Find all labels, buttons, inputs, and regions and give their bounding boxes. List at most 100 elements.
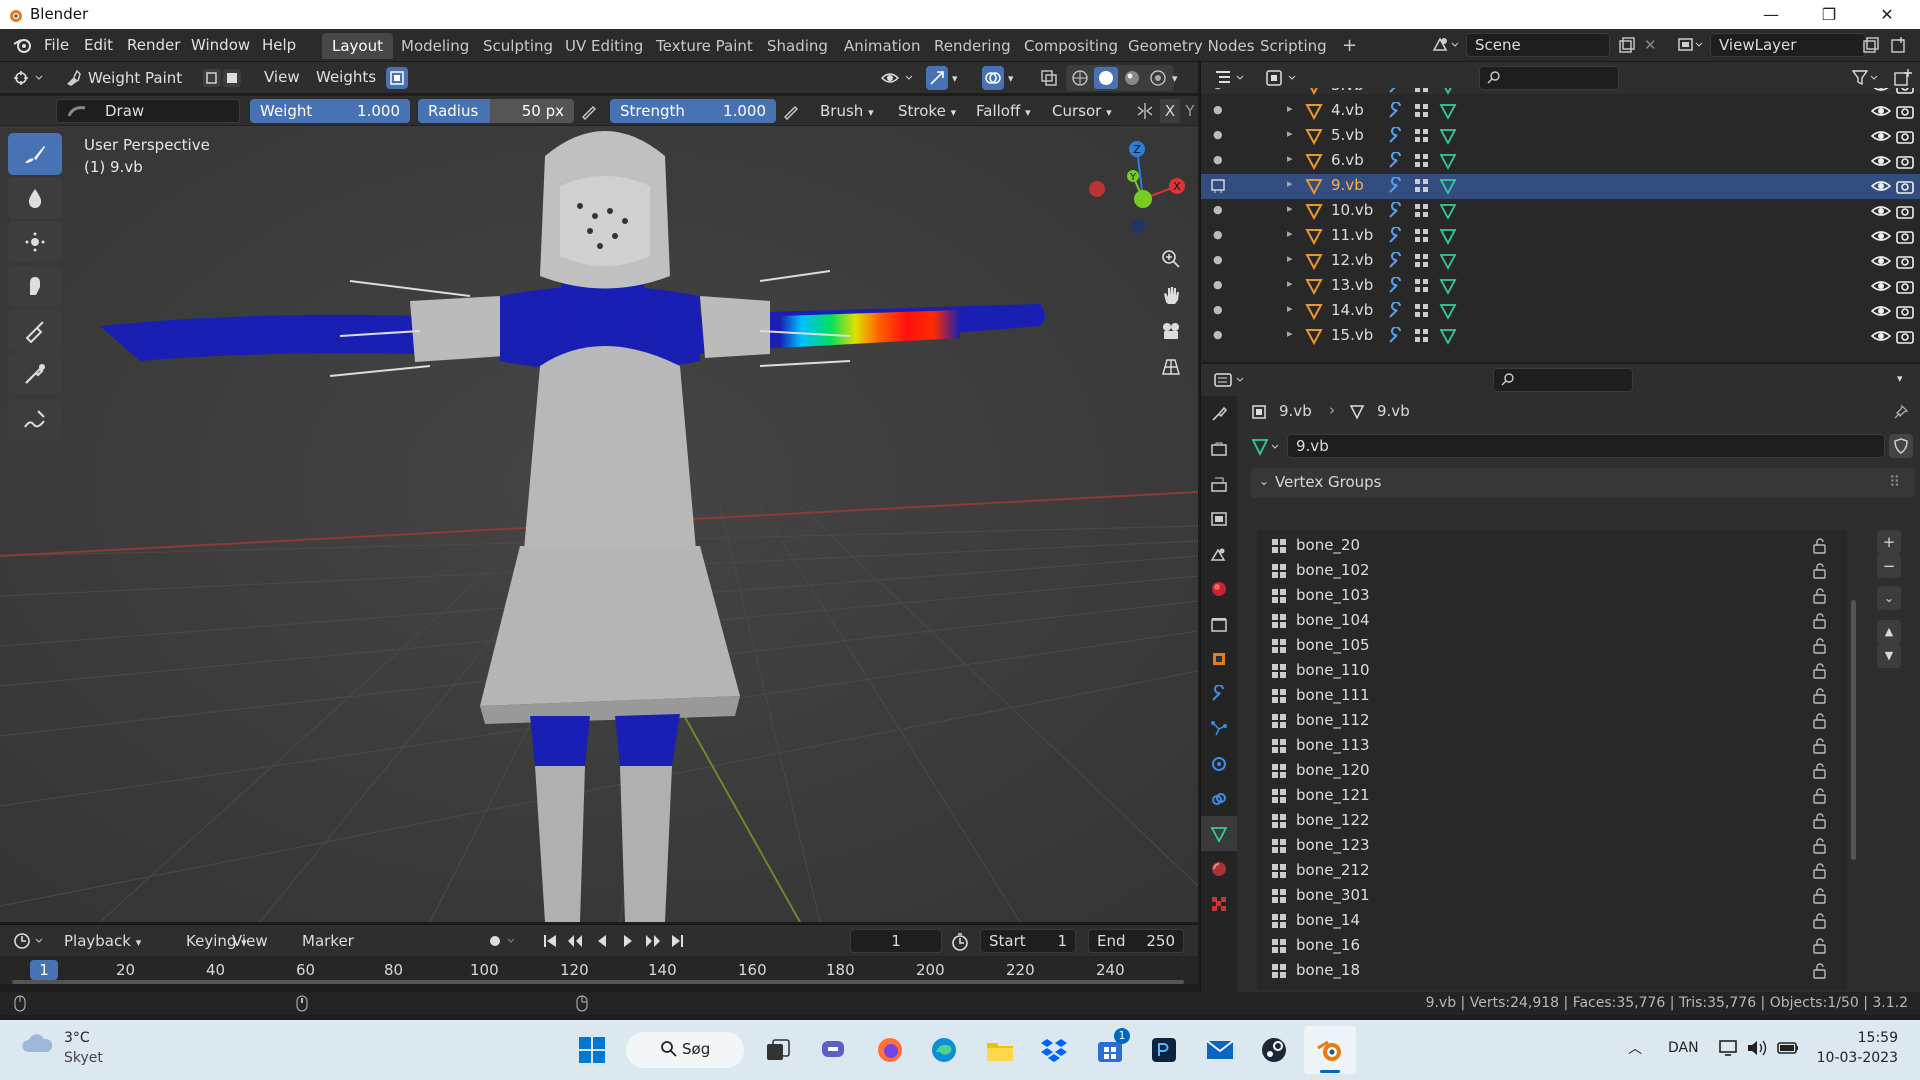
render-camera-icon[interactable] (1895, 102, 1915, 120)
mask-toggle-icon[interactable] (202, 68, 242, 88)
outliner-row[interactable]: ● ▸ 3.vb (1201, 88, 1920, 99)
vertex-group-item[interactable]: bone_104 (1266, 609, 1831, 634)
outliner-row[interactable]: ● ▸ 14.vb (1201, 299, 1920, 324)
vertex-groups-icon[interactable] (1413, 227, 1431, 245)
outliner-row[interactable]: ● ▸ 12.vb (1201, 249, 1920, 274)
vertex-group-item[interactable]: bone_16 (1266, 934, 1831, 959)
visibility-dot-icon[interactable]: ● (1213, 103, 1223, 116)
vertex-groups-icon[interactable] (1413, 88, 1431, 95)
lock-icon[interactable] (1811, 787, 1829, 805)
new-scene-icon[interactable] (1618, 37, 1636, 55)
mesh-data-icon[interactable] (1439, 327, 1457, 345)
vertex-group-item[interactable]: bone_123 (1266, 834, 1831, 859)
tab-sculpting[interactable]: Sculpting (473, 33, 563, 59)
clock-date[interactable]: 10-03-2023 (1808, 1050, 1898, 1066)
lock-icon[interactable] (1811, 937, 1829, 955)
visibility-dot-icon[interactable]: ● (1213, 88, 1223, 91)
filter-icon[interactable] (1851, 68, 1881, 88)
eye-icon[interactable] (1871, 252, 1891, 270)
lock-icon[interactable] (1811, 812, 1829, 830)
visibility-dot-icon[interactable]: ● (1213, 153, 1223, 166)
gizmo-toggle-icon[interactable] (926, 66, 948, 90)
lock-icon[interactable] (1811, 537, 1829, 555)
eye-icon[interactable] (1871, 152, 1891, 170)
move-up-button[interactable]: ▲ (1877, 620, 1901, 644)
visibility-dot-icon[interactable]: ● (1213, 278, 1223, 291)
render-tab-icon[interactable] (1201, 431, 1237, 466)
mesh-data-icon[interactable] (1439, 102, 1457, 120)
vertex-group-specials-button[interactable]: ⌄ (1877, 586, 1901, 610)
blender-taskbar-active[interactable] (1304, 1026, 1356, 1074)
input-language[interactable]: DAN (1668, 1040, 1699, 1056)
close-button[interactable]: ✕ (1858, 0, 1916, 29)
timeline-ruler[interactable]: 1 20 40 60 80 100 120 140 160 180 200 22… (0, 956, 1198, 984)
vertex-groups-icon[interactable] (1413, 277, 1431, 295)
outliner-editor-icon[interactable] (1213, 68, 1249, 88)
zoom-icon[interactable] (1158, 246, 1184, 272)
visibility-dot-icon[interactable]: ● (1213, 128, 1223, 141)
tab-rendering[interactable]: Rendering (924, 33, 1021, 59)
mesh-data-icon[interactable] (1439, 302, 1457, 320)
outliner-row[interactable]: ● ▸ 10.vb (1201, 199, 1920, 224)
expand-arrow-icon[interactable]: ▸ (1287, 302, 1293, 315)
lock-icon[interactable] (1811, 737, 1829, 755)
vertex-groups-icon[interactable] (1413, 177, 1431, 195)
eye-icon[interactable] (1871, 177, 1891, 195)
render-camera-icon[interactable] (1895, 302, 1915, 320)
smear-tool-icon[interactable] (8, 265, 62, 307)
blur-tool-icon[interactable] (8, 177, 62, 219)
mode-dropdown[interactable]: Weight Paint ▾ (60, 66, 192, 110)
view-layer-tab-icon[interactable] (1201, 501, 1237, 536)
playback-menu[interactable]: Playback ▾ (60, 929, 145, 953)
expand-arrow-icon[interactable]: ▸ (1287, 277, 1293, 290)
expand-arrow-icon[interactable]: ▸ (1287, 127, 1293, 140)
vertex-group-item[interactable]: bone_120 (1266, 759, 1831, 784)
render-camera-icon[interactable] (1895, 277, 1915, 295)
add-vertex-group-button[interactable]: + (1877, 530, 1901, 554)
menu-edit[interactable]: Edit (76, 33, 121, 58)
tab-shading[interactable]: Shading (757, 33, 838, 59)
menu-window[interactable]: Window (183, 33, 258, 58)
vertex-group-item[interactable]: bone_20 (1266, 534, 1831, 559)
render-camera-icon[interactable] (1895, 327, 1915, 345)
vertex-group-item[interactable]: bone_121 (1266, 784, 1831, 809)
delete-view-layer-icon[interactable] (1890, 36, 1908, 54)
vertex-group-item[interactable]: bone_18 (1266, 959, 1831, 984)
mesh-datablock-icon[interactable] (1251, 438, 1283, 456)
armature-active-icon[interactable] (1209, 177, 1229, 195)
visibility-dot-icon[interactable]: ● (1213, 203, 1223, 216)
modifier-wrench-icon[interactable] (1387, 227, 1405, 245)
file-explorer-icon[interactable] (980, 1030, 1020, 1070)
vertex-groups-panel-header[interactable]: ⌄ Vertex Groups ⠿ (1251, 468, 1915, 498)
modifier-wrench-icon[interactable] (1387, 88, 1405, 95)
tray-overflow-icon[interactable]: ︿ (1628, 1038, 1642, 1058)
minimize-button[interactable]: — (1742, 0, 1800, 29)
expand-arrow-icon[interactable]: ▸ (1287, 88, 1293, 90)
visibility-dot-icon[interactable]: ● (1213, 328, 1223, 341)
vertex-group-item[interactable]: bone_301 (1266, 884, 1831, 909)
new-view-layer-icon[interactable] (1862, 37, 1880, 55)
delete-scene-icon[interactable]: ✕ (1644, 36, 1657, 54)
strength-pressure-icon[interactable] (782, 102, 800, 120)
vertex-group-item[interactable]: bone_110 (1266, 659, 1831, 684)
vertex-group-item[interactable]: bone_102 (1266, 559, 1831, 584)
expand-arrow-icon[interactable]: ▸ (1287, 102, 1293, 115)
fake-user-shield-icon[interactable] (1889, 434, 1913, 458)
lock-icon[interactable] (1811, 837, 1829, 855)
playback-controls[interactable] (542, 932, 690, 950)
expand-arrow-icon[interactable]: ▸ (1287, 327, 1293, 340)
stroke-dropdown[interactable]: Stroke ▾ (894, 99, 960, 123)
lock-icon[interactable] (1811, 687, 1829, 705)
eye-icon[interactable] (1871, 102, 1891, 120)
vertex-group-item[interactable]: bone_103 (1266, 584, 1831, 609)
start-windows-icon[interactable] (572, 1030, 612, 1070)
outliner-row[interactable]: ● ▸ 11.vb (1201, 224, 1920, 249)
timeline-view-menu[interactable]: View (228, 929, 272, 953)
pin-icon[interactable] (1893, 404, 1909, 420)
firefox-icon[interactable] (870, 1030, 910, 1070)
vertex-group-item[interactable]: bone_212 (1266, 859, 1831, 884)
modifier-wrench-icon[interactable] (1387, 327, 1405, 345)
tab-uv-editing[interactable]: UV Editing (555, 33, 653, 59)
lock-icon[interactable] (1811, 637, 1829, 655)
ortho-grid-icon[interactable] (1158, 354, 1184, 380)
